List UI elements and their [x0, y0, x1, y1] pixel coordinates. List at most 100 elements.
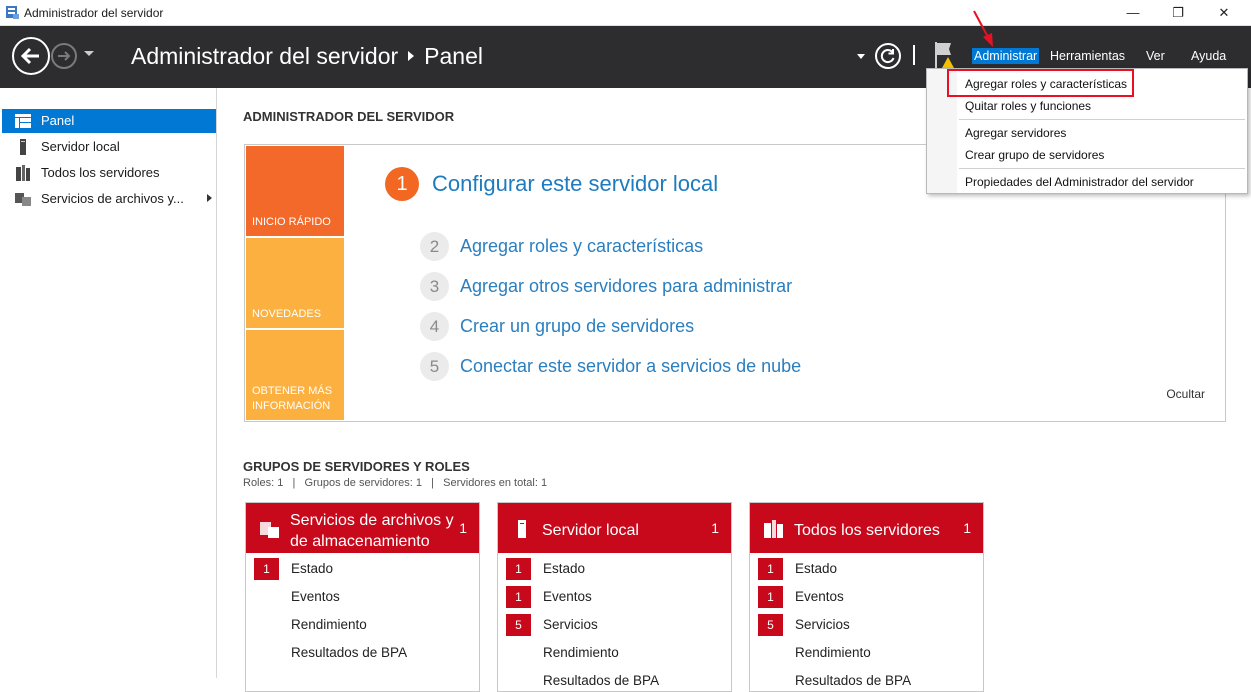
hide-link[interactable]: Ocultar	[1166, 387, 1205, 401]
server-manager-app-icon	[6, 6, 19, 19]
menu-item-crear-grupo[interactable]: Crear grupo de servidores	[965, 148, 1104, 162]
step-number-badge: 1	[385, 167, 419, 201]
count-badge: 1	[758, 586, 783, 608]
restore-button[interactable]: ❐	[1155, 0, 1201, 26]
card-count: 1	[963, 520, 971, 536]
servers-icon	[764, 520, 783, 538]
menu-herramientas[interactable]: Herramientas	[1050, 49, 1125, 63]
card-row-estado[interactable]: 1 Estado	[758, 558, 978, 580]
breadcrumb-app[interactable]: Administrador del servidor	[131, 43, 398, 69]
history-dropdown-icon[interactable]	[83, 48, 95, 60]
minimize-button[interactable]: —	[1110, 0, 1156, 26]
header-divider	[913, 45, 915, 65]
card-header[interactable]: Todos los servidores 1	[750, 503, 983, 553]
row-label: Resultados de BPA	[543, 673, 660, 688]
tile-label: INICIO RÁPIDO	[252, 216, 331, 228]
link-agregar-servidores[interactable]: Agregar otros servidores para administra…	[460, 276, 792, 297]
step-number-badge: 2	[420, 232, 449, 261]
file-services-icon	[260, 522, 279, 538]
tile-novedades[interactable]: NOVEDADES	[246, 238, 344, 328]
groups-summary: Roles: 1 | Grupos de servidores: 1 | Ser…	[243, 477, 548, 489]
link-configurar-servidor[interactable]: Configurar este servidor local	[432, 171, 718, 197]
annotation-arrow-icon	[973, 10, 993, 47]
servers-icon	[16, 165, 30, 181]
groups-title: GRUPOS DE SERVIDORES Y ROLES	[243, 459, 470, 474]
count-badge: 1	[758, 558, 783, 580]
title-bar: Administrador del servidor — ❐ ✕	[0, 0, 1251, 26]
tile-label: NOVEDADES	[252, 308, 322, 320]
card-row-eventos[interactable]: Eventos	[254, 586, 474, 608]
row-label: Estado	[795, 561, 838, 576]
card-row-servicios[interactable]: 5 Servicios	[758, 614, 978, 636]
refresh-button[interactable]	[875, 43, 901, 69]
menu-ayuda[interactable]: Ayuda	[1191, 49, 1226, 63]
menu-item-propiedades[interactable]: Propiedades del Administrador del servid…	[965, 175, 1194, 189]
sidebar-item-panel[interactable]: Panel	[2, 109, 216, 133]
refresh-icon	[880, 49, 895, 64]
card-title: Servicios de archivos y de almacenamient…	[290, 512, 454, 550]
row-label: Servicios	[795, 617, 850, 632]
role-card-servidor-local[interactable]: Servidor local 1 1 Estado 1 Eventos 5 Servi…	[497, 502, 732, 692]
breadcrumb-page: Panel	[424, 43, 483, 69]
breadcrumb-separator-icon	[408, 51, 415, 62]
sidebar-item-label: Servidor local	[41, 139, 120, 154]
arrow-right-icon	[58, 51, 71, 61]
menu-ver[interactable]: Ver	[1146, 49, 1165, 63]
count-badge: 5	[758, 614, 783, 636]
menu-item-quitar-roles[interactable]: Quitar roles y funciones	[965, 99, 1091, 113]
card-row-servicios[interactable]: 5 Servicios	[506, 614, 726, 636]
role-card-servicios-archivos[interactable]: Servicios de archivos y de almacenamient…	[245, 502, 480, 692]
card-row-rendimiento[interactable]: Rendimiento	[254, 614, 474, 636]
count-badge: 1	[254, 558, 279, 580]
card-row-estado[interactable]: 1 Estado	[254, 558, 474, 580]
card-header[interactable]: Servicios de archivos y de almacenamient…	[246, 503, 479, 553]
back-button[interactable]	[12, 37, 50, 75]
card-header[interactable]: Servidor local 1	[498, 503, 731, 553]
link-crear-grupo[interactable]: Crear un grupo de servidores	[460, 316, 694, 337]
link-agregar-roles[interactable]: Agregar roles y características	[460, 236, 703, 257]
sidebar-item-label: Servicios de archivos y...	[41, 191, 184, 206]
breadcrumb-dropdown-icon[interactable]	[857, 54, 865, 59]
expand-arrow-icon[interactable]	[207, 194, 212, 202]
forward-button[interactable]	[51, 43, 77, 69]
count-badge: 5	[506, 614, 531, 636]
step-number-badge: 5	[420, 352, 449, 381]
server-icon	[518, 520, 526, 538]
annotation-highlight-box	[947, 69, 1134, 97]
sidebar-item-todos-servidores[interactable]: Todos los servidores	[2, 161, 216, 185]
dashboard-icon	[15, 114, 31, 128]
card-row-estado[interactable]: 1 Estado	[506, 558, 726, 580]
window-title: Administrador del servidor	[24, 6, 164, 20]
menu-item-agregar-servidores[interactable]: Agregar servidores	[965, 126, 1066, 140]
sidebar-item-servicios-archivos[interactable]: Servicios de archivos y...	[2, 187, 216, 211]
card-title: Todos los servidores	[794, 522, 940, 539]
card-row-rendimiento[interactable]: Rendimiento	[758, 642, 978, 664]
sidebar-item-servidor-local[interactable]: Servidor local	[2, 135, 216, 159]
count-badge: 1	[506, 586, 531, 608]
count-badge: 1	[506, 558, 531, 580]
notifications-flag-icon[interactable]	[932, 40, 960, 70]
role-card-todos-servidores[interactable]: Todos los servidores 1 1 Estado 1 Eventos …	[749, 502, 984, 692]
row-label: Resultados de BPA	[291, 645, 408, 660]
tile-inicio-rapido[interactable]: INICIO RÁPIDO	[246, 146, 344, 236]
row-label: Eventos	[291, 589, 340, 604]
card-row-bpa[interactable]: Resultados de BPA	[506, 670, 726, 692]
tile-obtener-info[interactable]: OBTENER MÁS INFORMACIÓN	[246, 330, 344, 420]
row-label: Servicios	[543, 617, 598, 632]
close-button[interactable]: ✕	[1201, 0, 1247, 26]
card-row-bpa[interactable]: Resultados de BPA	[254, 642, 474, 664]
card-row-rendimiento[interactable]: Rendimiento	[506, 642, 726, 664]
menu-separator	[959, 168, 1245, 169]
file-services-icon	[15, 193, 31, 206]
card-title: Servidor local	[542, 522, 639, 539]
link-conectar-nube[interactable]: Conectar este servidor a servicios de nu…	[460, 356, 801, 377]
page-title: ADMINISTRADOR DEL SERVIDOR	[243, 109, 455, 124]
card-row-eventos[interactable]: 1 Eventos	[758, 586, 978, 608]
step-number-badge: 4	[420, 312, 449, 341]
row-label: Rendimiento	[795, 645, 871, 660]
card-row-bpa[interactable]: Resultados de BPA	[758, 670, 978, 692]
row-label: Rendimiento	[543, 645, 619, 660]
menu-separator	[959, 119, 1245, 120]
card-row-eventos[interactable]: 1 Eventos	[506, 586, 726, 608]
row-label: Estado	[543, 561, 586, 576]
